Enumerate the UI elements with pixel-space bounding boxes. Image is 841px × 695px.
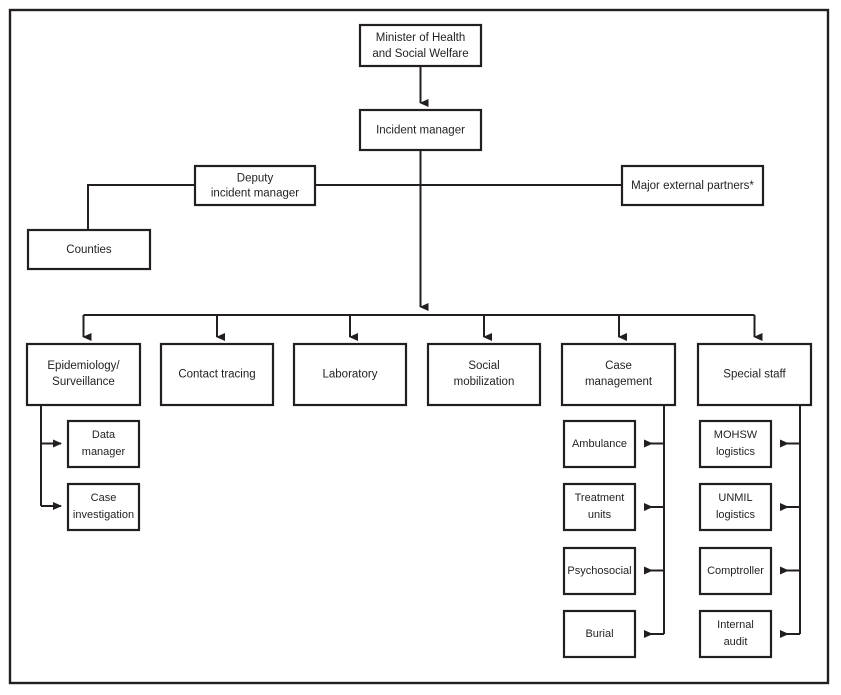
- node-comptroller[interactable]: Comptroller: [698, 546, 773, 596]
- node-unmil-logistics[interactable]: UNMIL logistics: [698, 482, 773, 532]
- node-incident-manager[interactable]: Incident manager: [358, 108, 483, 152]
- node-comptroller-label: Comptroller: [707, 565, 764, 577]
- node-case-management[interactable]: Case management: [560, 342, 677, 407]
- node-deputy-line1: Deputy: [237, 173, 274, 185]
- node-epidemiology-line2: Surveillance: [52, 376, 115, 388]
- node-contact-tracing[interactable]: Contact tracing: [159, 342, 275, 407]
- node-psychosocial-label: Psychosocial: [567, 565, 631, 577]
- node-case-investigation[interactable]: Case investigation: [66, 482, 141, 532]
- node-case-investigation-line1: Case: [91, 492, 117, 504]
- node-unmil-logistics-line2: logistics: [716, 509, 756, 521]
- node-social-mobilization-line1: Social: [468, 360, 499, 372]
- node-mohsw-logistics[interactable]: MOHSW logistics: [698, 419, 773, 469]
- node-case-management-line2: management: [585, 376, 653, 388]
- node-data-manager-line1: Data: [92, 429, 116, 441]
- node-case-investigation-line2: investigation: [73, 509, 134, 521]
- node-laboratory-label: Laboratory: [323, 369, 378, 381]
- node-burial[interactable]: Burial: [562, 609, 637, 659]
- node-minister-line1: Minister of Health: [376, 32, 465, 44]
- node-burial-label: Burial: [585, 628, 613, 640]
- node-minister-line2: and Social Welfare: [372, 48, 468, 60]
- connector-deputy-to-counties: [87, 184, 195, 230]
- node-case-management-line1: Case: [605, 360, 632, 372]
- node-internal-audit-line1: Internal: [717, 619, 754, 631]
- node-psychosocial[interactable]: Psychosocial: [562, 546, 637, 596]
- node-internal-audit[interactable]: Internal audit: [698, 609, 773, 659]
- node-laboratory[interactable]: Laboratory: [292, 342, 408, 407]
- node-internal-audit-line2: audit: [724, 636, 748, 648]
- node-deputy-line2: incident manager: [211, 188, 299, 200]
- node-treatment-units[interactable]: Treatment units: [562, 482, 637, 532]
- node-counties-label: Counties: [66, 244, 112, 256]
- node-special-staff-label: Special staff: [723, 369, 786, 381]
- node-treatment-units-line1: Treatment: [575, 492, 625, 504]
- node-epidemiology[interactable]: Epidemiology/ Surveillance: [25, 342, 142, 407]
- node-social-mobilization-line2: mobilization: [454, 376, 515, 388]
- node-unmil-logistics-line1: UNMIL: [718, 492, 752, 504]
- node-incident-manager-label: Incident manager: [376, 125, 465, 137]
- org-chart-figure: Minister of Health and Social Welfare In…: [0, 0, 841, 695]
- node-treatment-units-line2: units: [588, 509, 612, 521]
- node-mohsw-logistics-line2: logistics: [716, 446, 756, 458]
- org-chart-canvas: Minister of Health and Social Welfare In…: [8, 8, 830, 685]
- node-special-staff[interactable]: Special staff: [696, 342, 813, 407]
- node-counties[interactable]: Counties: [26, 228, 152, 271]
- node-social-mobilization[interactable]: Social mobilization: [426, 342, 542, 407]
- node-ambulance[interactable]: Ambulance: [562, 419, 637, 469]
- node-mohsw-logistics-line1: MOHSW: [714, 429, 758, 441]
- node-ambulance-label: Ambulance: [572, 438, 627, 450]
- node-deputy-incident-manager[interactable]: Deputy incident manager: [193, 164, 317, 207]
- node-data-manager[interactable]: Data manager: [66, 419, 141, 469]
- node-minister[interactable]: Minister of Health and Social Welfare: [358, 23, 483, 68]
- node-epidemiology-line1: Epidemiology/: [47, 360, 120, 372]
- node-data-manager-line2: manager: [82, 446, 126, 458]
- node-contact-tracing-label: Contact tracing: [178, 369, 255, 381]
- node-major-external-partners[interactable]: Major external partners*: [620, 164, 765, 207]
- node-major-external-partners-label: Major external partners*: [631, 180, 754, 192]
